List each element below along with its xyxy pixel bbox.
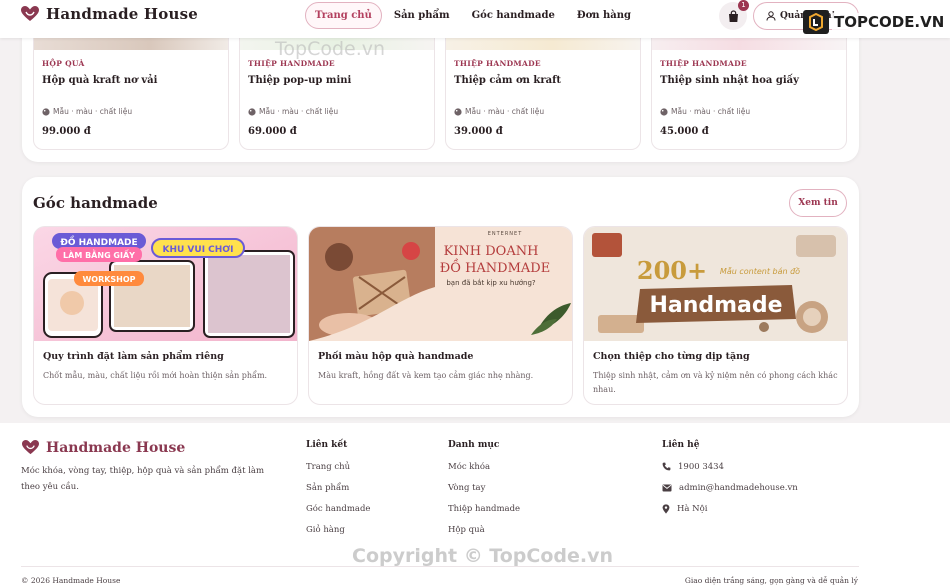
article-image: ĐỒ HANDMADE LÀM BẰNG GIẤY KHU VUI CHƠI W… xyxy=(34,227,297,341)
product-name: Thiệp cảm ơn kraft xyxy=(454,75,561,86)
footer-description: Móc khóa, vòng tay, thiệp, hộp quà và sả… xyxy=(21,466,265,492)
user-icon xyxy=(766,11,776,21)
product-category: Hộp quà xyxy=(42,59,85,68)
footer-link-handmade-corner[interactable]: Góc handmade xyxy=(306,502,370,515)
article-card[interactable]: ENTERNET KINH DOANH ĐỒ HANDMADE bạn đã b… xyxy=(308,226,573,405)
footer-link-home[interactable]: Trang chủ xyxy=(306,460,370,473)
brand-link[interactable]: Handmade House xyxy=(20,5,198,23)
product-category: Thiệp handmade xyxy=(248,59,335,68)
watermark-text: TopCode.vn xyxy=(275,38,386,60)
footer-category-keychain[interactable]: Móc khóa xyxy=(448,460,520,473)
footer-email[interactable]: admin@handmadehouse.vn xyxy=(662,481,798,494)
product-price: 69.000 đ xyxy=(248,126,297,137)
watermark-logo: TOPCODE.VN xyxy=(803,10,947,34)
nav-handmade-corner[interactable]: Góc handmade xyxy=(462,2,565,29)
topcode-logo-icon xyxy=(803,10,829,34)
product-attributes: Mẫu · màu · chất liệu xyxy=(660,107,750,116)
view-news-button[interactable]: Xem tin xyxy=(789,189,847,217)
article-description: Thiệp sinh nhật, cảm ơn và kỷ niệm nên c… xyxy=(593,371,838,394)
footer-contact-column: Liên hệ 1900 3434 admin@handmadehouse.vn… xyxy=(662,440,798,523)
footer-column-title: Danh mục xyxy=(448,440,500,450)
article-image-text: bạn đã bắt kịp xu hướng? xyxy=(446,278,536,287)
product-attributes: Mẫu · màu · chất liệu xyxy=(42,107,132,116)
footer-column-title: Liên hệ xyxy=(662,440,700,450)
article-image-text: KHU VUI CHƠI xyxy=(162,245,233,255)
watermark-logo-text: TOPCODE.VN xyxy=(832,13,947,31)
article-image-text: Handmade xyxy=(649,293,782,318)
footer-links-column: Liên kết Trang chủ Sản phẩm Góc handmade… xyxy=(306,440,370,544)
footer-category-bracelet[interactable]: Vòng tay xyxy=(448,481,520,494)
footer-category-cards[interactable]: Thiệp handmade xyxy=(448,502,520,515)
article-title: Phối màu hộp quà handmade xyxy=(318,351,474,362)
heart-hands-icon xyxy=(21,6,39,21)
article-image-text: WORKSHOP xyxy=(82,275,135,284)
article-title: Quy trình đặt làm sản phẩm riêng xyxy=(43,351,224,362)
heart-hands-icon xyxy=(22,439,39,455)
nav-home[interactable]: Trang chủ xyxy=(305,2,382,29)
palette-icon xyxy=(248,107,256,116)
product-name: Thiệp pop-up mini xyxy=(248,75,352,86)
product-attributes: Mẫu · màu · chất liệu xyxy=(454,107,544,116)
footer-column-title: Liên kết xyxy=(306,440,348,450)
palette-icon xyxy=(454,107,462,116)
handmade-corner-section: Góc handmade Xem tin ĐỒ HANDMADE LÀM BẰN… xyxy=(22,177,859,417)
footer-categories-column: Danh mục Móc khóa Vòng tay Thiệp handmad… xyxy=(448,440,520,544)
footer-phone[interactable]: 1900 3434 xyxy=(662,460,798,473)
nav-orders[interactable]: Đơn hàng xyxy=(567,2,641,29)
palette-icon xyxy=(660,107,668,116)
section-title: Góc handmade xyxy=(33,194,158,212)
shopping-bag-icon xyxy=(728,9,738,22)
footer-link-cart[interactable]: Giỏ hàng xyxy=(306,523,370,536)
footer-link-products[interactable]: Sản phẩm xyxy=(306,481,370,494)
article-image-text: 200+ xyxy=(637,256,707,285)
product-name: Thiệp sinh nhật hoa giấy xyxy=(660,75,799,86)
footer-brand[interactable]: Handmade House xyxy=(21,439,185,456)
footer-address[interactable]: Hà Nội xyxy=(662,502,798,515)
article-image-text: ĐỒ HANDMADE xyxy=(440,258,550,276)
envelope-icon xyxy=(662,484,672,491)
article-image-text: ENTERNET xyxy=(488,231,523,237)
product-attributes: Mẫu · màu · chất liệu xyxy=(248,107,338,116)
article-image-text: KINH DOANH xyxy=(444,244,539,259)
article-image: 200+ Mẫu content bán đồ Handmade xyxy=(584,227,847,341)
article-description: Màu kraft, hồng đất và kem tạo cảm giác … xyxy=(318,371,534,380)
nav-products[interactable]: Sản phẩm xyxy=(384,2,460,29)
article-image: ENTERNET KINH DOANH ĐỒ HANDMADE bạn đã b… xyxy=(309,227,572,341)
article-card[interactable]: 200+ Mẫu content bán đồ Handmade Chọn th… xyxy=(583,226,848,405)
product-price: 99.000 đ xyxy=(42,126,91,137)
product-category: Thiệp handmade xyxy=(660,59,747,68)
cart-button[interactable]: 1 xyxy=(719,0,749,30)
watermark-copyright: Copyright © TopCode.vn xyxy=(352,545,614,567)
product-price: 45.000 đ xyxy=(660,126,709,137)
footer-note: Giao diện trắng sáng, gọn gàng và dễ quả… xyxy=(684,576,858,585)
brand-name: Handmade House xyxy=(46,5,199,23)
product-category: Thiệp handmade xyxy=(454,59,541,68)
article-title: Chọn thiệp cho từng dịp tặng xyxy=(593,351,750,362)
footer-copyright: © 2026 Handmade House xyxy=(21,576,121,585)
article-description: Chốt mẫu, màu, chất liệu rồi mới hoàn th… xyxy=(43,371,268,380)
palette-icon xyxy=(42,107,50,116)
map-pin-icon xyxy=(662,503,670,514)
product-name: Hộp quà kraft nơ vải xyxy=(42,75,158,86)
article-image-text: Mẫu content bán đồ xyxy=(720,266,800,276)
product-price: 39.000 đ xyxy=(454,126,503,137)
cart-count-badge: 1 xyxy=(738,0,749,11)
article-card[interactable]: ĐỒ HANDMADE LÀM BẰNG GIẤY KHU VUI CHƠI W… xyxy=(33,226,298,405)
footer-brand-name: Handmade House xyxy=(46,439,186,456)
main-nav: Trang chủ Sản phẩm Góc handmade Đơn hàng xyxy=(305,2,641,29)
phone-icon xyxy=(662,462,671,471)
footer-category-gift-box[interactable]: Hộp quà xyxy=(448,523,520,536)
